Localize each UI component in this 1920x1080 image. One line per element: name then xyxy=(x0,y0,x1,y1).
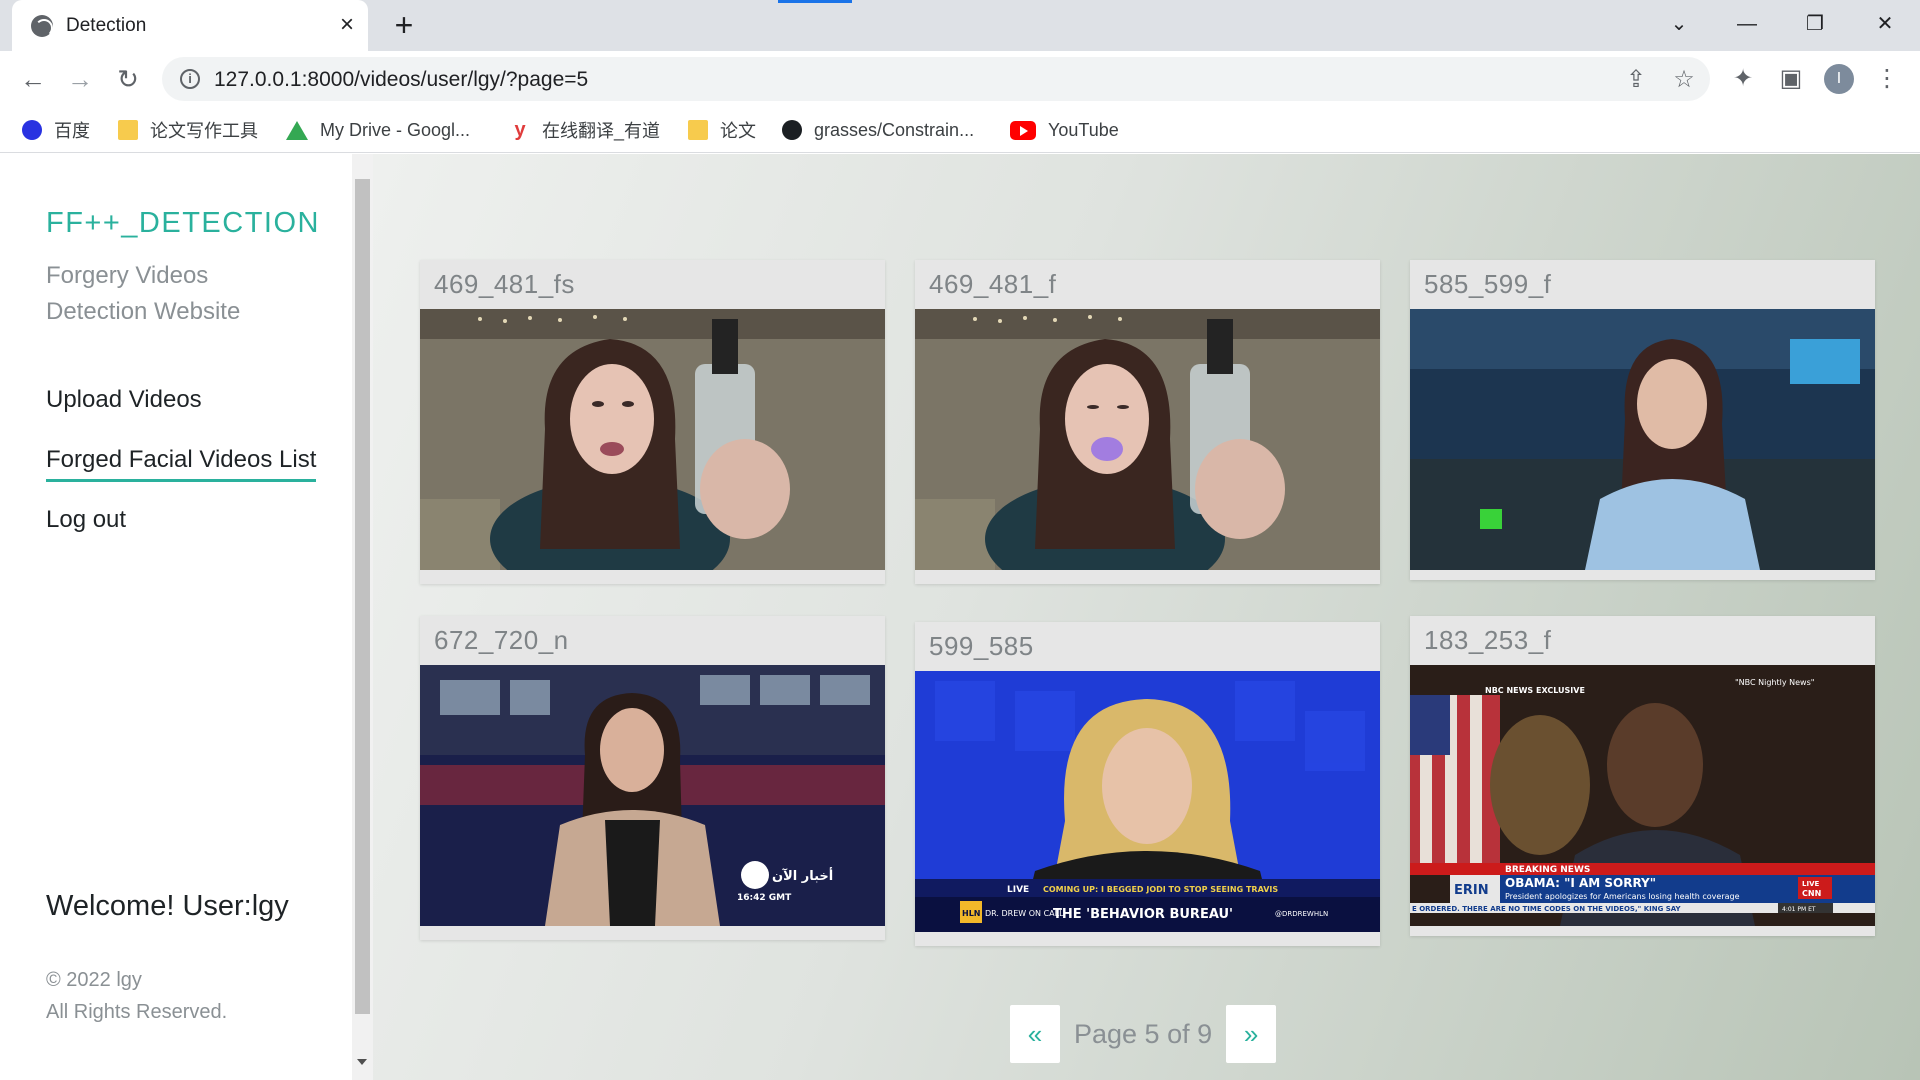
extensions-puzzle-icon[interactable]: ✦ xyxy=(1728,64,1758,94)
bookmark-star-icon[interactable]: ☆ xyxy=(1670,66,1698,94)
thumb-ticker-text: E ORDERED. THERE ARE NO TIME CODES ON TH… xyxy=(1412,905,1682,913)
card-footer xyxy=(915,570,1380,584)
site-info-icon[interactable]: i xyxy=(180,69,200,89)
site-tagline: Forgery Videos Detection Website xyxy=(46,262,241,325)
tab-strip: Detection × + ⌄ — ❐ ✕ xyxy=(0,0,1920,51)
tab-detection[interactable]: Detection × xyxy=(12,0,368,51)
new-tab-button[interactable]: + xyxy=(388,9,420,42)
video-title[interactable]: 469_481_fs xyxy=(420,260,885,309)
video-thumbnail[interactable] xyxy=(420,309,885,570)
back-button[interactable]: ← xyxy=(16,62,50,96)
address-bar[interactable]: i 127.0.0.1:8000/videos/user/lgy/?page=5… xyxy=(162,57,1710,101)
bookmark-youdao[interactable]: y 在线翻译_有道 xyxy=(510,116,660,144)
reload-button[interactable]: ↻ xyxy=(111,62,145,96)
video-card[interactable]: 183_253_f NBC NEWS EXCLUSIVE "NBC Nightl… xyxy=(1410,616,1875,936)
card-footer xyxy=(1410,926,1875,936)
folder-icon xyxy=(688,120,708,140)
folder-icon xyxy=(118,120,138,140)
thumb-network-text: HLN xyxy=(962,909,981,918)
close-tab-icon[interactable]: × xyxy=(334,12,360,38)
page: FF++_DETECTION Forgery Videos Detection … xyxy=(0,154,1920,1080)
next-page-button[interactable]: » xyxy=(1226,1005,1277,1063)
nav-forged-videos-list[interactable]: Forged Facial Videos List xyxy=(46,440,317,500)
bookmark-baidu[interactable]: 百度 xyxy=(22,116,90,144)
welcome-message: Welcome! User:lgy xyxy=(46,890,289,922)
menu-kebab-icon[interactable]: ⋮ xyxy=(1872,64,1902,94)
bookmark-github[interactable]: grasses/Constrain... xyxy=(782,116,974,144)
share-icon[interactable]: ⇪ xyxy=(1622,66,1650,94)
baidu-paw-icon xyxy=(22,120,42,140)
thumb-nightly-text: "NBC Nightly News" xyxy=(1735,678,1814,687)
thumb-handle-text: @DRDREWHLN xyxy=(1275,910,1328,918)
bookmark-youtube[interactable]: YouTube xyxy=(1010,116,1119,144)
video-thumbnail[interactable] xyxy=(1410,309,1875,570)
video-card[interactable]: 469_481_f xyxy=(915,260,1380,584)
github-icon xyxy=(782,120,802,140)
thumb-nbc-text: NBC NEWS EXCLUSIVE xyxy=(1485,686,1585,695)
video-grid-area: 469_481_fs 469_481_f 585_599_f 672_720_n… xyxy=(373,154,1920,1080)
video-thumbnail[interactable] xyxy=(915,309,1380,570)
thumb-network-text: CNN xyxy=(1802,889,1821,898)
video-card[interactable]: 585_599_f xyxy=(1410,260,1875,580)
card-footer xyxy=(420,570,885,584)
nav-log-out[interactable]: Log out xyxy=(46,500,316,560)
card-footer xyxy=(1410,570,1875,580)
thumb-sub-text: President apologizes for Americans losin… xyxy=(1505,892,1740,901)
thumb-clock-text: 4:01 PM ET xyxy=(1782,906,1816,913)
loading-indicator xyxy=(778,0,852,3)
card-footer xyxy=(915,932,1380,946)
rt-logo xyxy=(1480,509,1502,529)
video-thumbnail[interactable]: NBC NEWS EXCLUSIVE "NBC Nightly News" BR… xyxy=(1410,665,1875,926)
side-panel-icon[interactable]: ▣ xyxy=(1776,64,1806,94)
thumb-live-text: LIVE xyxy=(1802,880,1819,888)
thumb-logo-text: أخبار الآن xyxy=(772,867,833,884)
toolbar: ← → ↻ i 127.0.0.1:8000/videos/user/lgy/?… xyxy=(0,51,1920,107)
video-title[interactable]: 469_481_f xyxy=(915,260,1380,309)
scroll-down-arrow-icon[interactable] xyxy=(357,1059,367,1065)
video-card[interactable]: 469_481_fs xyxy=(420,260,885,584)
page-indicator: Page 5 of 9 xyxy=(1074,1018,1213,1049)
close-window-button[interactable]: ✕ xyxy=(1862,8,1908,40)
globe-icon xyxy=(31,15,53,37)
nav-upload-videos[interactable]: Upload Videos xyxy=(46,380,316,440)
video-card[interactable]: 672_720_n أخبار الآن 16:42 GMT xyxy=(420,616,885,940)
bookmark-folder-writing-tools[interactable]: 论文写作工具 xyxy=(118,116,258,144)
thumb-headline-text: THE 'BEHAVIOR BUREAU' xyxy=(1053,907,1233,922)
video-card[interactable]: 599_585 LIVE COMING UP: I BEGGED JODI TO… xyxy=(915,622,1380,946)
google-drive-icon xyxy=(286,120,308,140)
video-title[interactable]: 599_585 xyxy=(915,622,1380,671)
video-thumbnail[interactable]: أخبار الآن 16:42 GMT xyxy=(420,665,885,926)
video-title[interactable]: 585_599_f xyxy=(1410,260,1875,309)
thumb-show-text: ERIN xyxy=(1454,883,1489,898)
youtube-icon xyxy=(1010,120,1036,140)
tab-search-chevron-icon[interactable]: ⌄ xyxy=(1656,8,1702,40)
thumb-time-text: 16:42 GMT xyxy=(737,893,792,903)
url-text[interactable]: 127.0.0.1:8000/videos/user/lgy/?page=5 xyxy=(214,68,588,92)
video-title[interactable]: 672_720_n xyxy=(420,616,885,665)
pagination: « Page 5 of 9 » xyxy=(1010,1005,1277,1063)
thumb-headline-text: OBAMA: "I AM SORRY" xyxy=(1505,876,1656,890)
youdao-icon: y xyxy=(514,119,526,141)
thumb-breaking-text: BREAKING NEWS xyxy=(1505,865,1590,875)
prev-page-button[interactable]: « xyxy=(1010,1005,1060,1063)
video-thumbnail[interactable]: LIVE COMING UP: I BEGGED JODI TO STOP SE… xyxy=(915,671,1380,932)
thumb-coming-text: COMING UP: I BEGGED JODI TO STOP SEEING … xyxy=(1043,885,1278,894)
copyright: © 2022 lgy All Rights Reserved. xyxy=(46,969,228,1023)
profile-avatar[interactable]: I xyxy=(1824,64,1854,94)
sidebar-scrollbar[interactable] xyxy=(352,154,373,1080)
scrollbar-thumb[interactable] xyxy=(355,179,370,1014)
site-brand[interactable]: FF++_DETECTION xyxy=(46,207,320,240)
sidebar-nav: Upload Videos Forged Facial Videos List … xyxy=(46,380,317,560)
sidebar: FF++_DETECTION Forgery Videos Detection … xyxy=(0,154,352,1080)
bookmark-folder-papers[interactable]: 论文 xyxy=(688,116,756,144)
thumb-live-text: LIVE xyxy=(1007,885,1029,895)
tab-title: Detection xyxy=(66,15,147,36)
minimize-button[interactable]: — xyxy=(1724,8,1770,40)
forward-button[interactable]: → xyxy=(63,62,97,96)
restore-button[interactable]: ❐ xyxy=(1792,8,1838,40)
card-footer xyxy=(420,926,885,940)
video-title[interactable]: 183_253_f xyxy=(1410,616,1875,665)
bookmark-my-drive[interactable]: My Drive - Googl... xyxy=(286,116,470,144)
bookmarks-bar: 百度 论文写作工具 My Drive - Googl... y 在线翻译_有道 … xyxy=(0,107,1920,153)
